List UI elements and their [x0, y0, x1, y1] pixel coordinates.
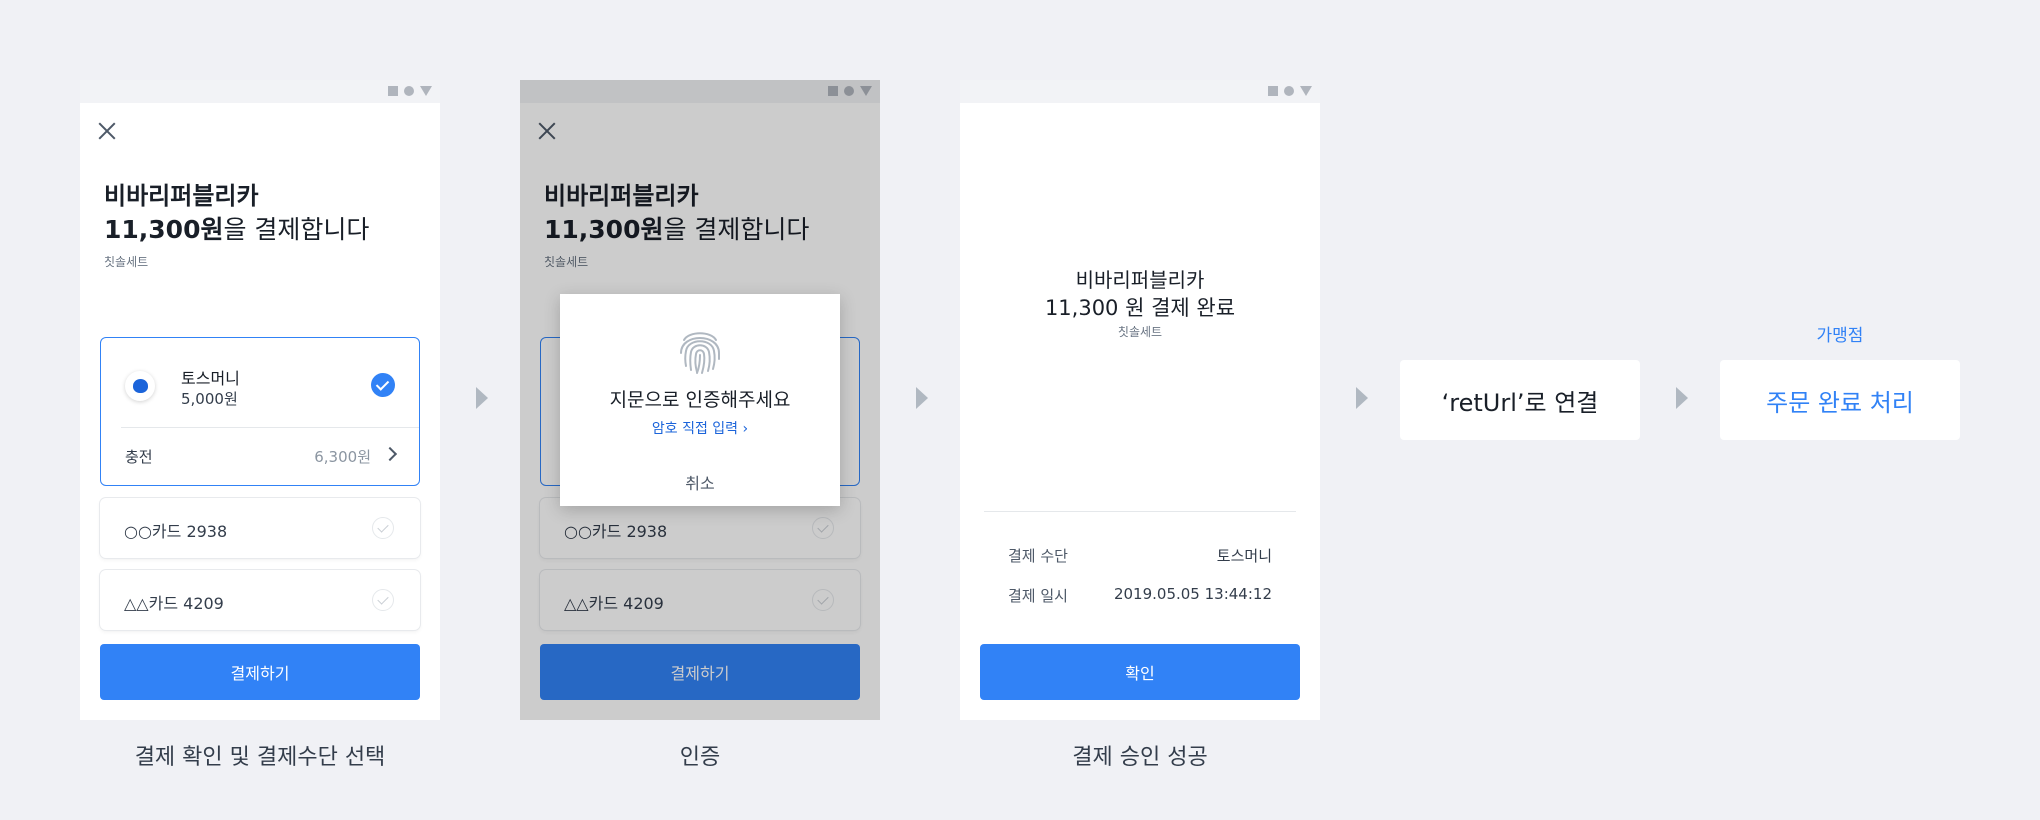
detail-value: 토스머니 — [1216, 547, 1272, 565]
checked-icon — [371, 373, 395, 397]
pay-button[interactable]: 결제하기 — [100, 644, 420, 700]
flow-arrow-icon — [916, 387, 928, 409]
step-caption: 결제 확인 및 결제수단 선택 — [134, 745, 386, 770]
close-icon[interactable] — [96, 120, 118, 142]
triangle-icon — [420, 86, 432, 96]
confirm-button[interactable]: 확인 — [980, 644, 1300, 700]
fingerprint-icon — [680, 332, 720, 374]
item-name: 칫솔세트 — [104, 255, 149, 269]
payment-result: 11,300 원 결제 완료 — [1044, 296, 1236, 320]
merchant-title: 비바리퍼블리카 — [104, 182, 259, 210]
item-name: 칫솔세트 — [1117, 325, 1163, 339]
unchecked-icon — [372, 517, 394, 539]
payment-amount-heading: 11,300원을 결제합니다 — [104, 210, 369, 246]
amount-suffix: 을 결제합니다 — [223, 215, 370, 244]
card-option[interactable]: △△카드 4209 — [100, 570, 420, 630]
toss-money-option[interactable]: 토스머니 5,000원 충전 6,300원 — [100, 337, 420, 486]
chevron-right-icon[interactable] — [382, 446, 398, 462]
card-label: △△카드 4209 — [124, 594, 224, 613]
card-label: ○○카드 2938 — [124, 522, 228, 541]
order-complete-box: 주문 완료 처리 — [1720, 360, 1960, 440]
fingerprint-dialog: 지문으로 인증해주세요 암호 직접 입력 › 취소 — [560, 294, 840, 506]
flow-arrow-icon — [1676, 387, 1688, 409]
card-option[interactable]: ○○카드 2938 — [100, 498, 420, 558]
circle-icon — [404, 86, 414, 96]
detail-value: 2019.05.05 13:44:12 — [1113, 585, 1272, 603]
merchant-name: 비바리퍼블리카 — [1075, 268, 1205, 292]
charge-label: 충전 — [125, 448, 153, 466]
merchant-label: 가맹점 — [1816, 326, 1864, 346]
detail-label: 결제 일시 — [1008, 587, 1068, 605]
triangle-icon — [1300, 86, 1312, 96]
toss-money-balance: 5,000원 — [181, 390, 238, 408]
toss-money-label: 토스머니 — [181, 369, 240, 388]
phone-screen-success: 비바리퍼블리카 11,300 원 결제 완료 칫솔세트 결제 수단 토스머니 결… — [960, 80, 1320, 720]
phone-screen-auth: 비바리퍼블리카 11,300원을 결제합니다 칫솔세트 ○○카드 2938 △△… — [520, 80, 880, 720]
step-caption: 인증 — [679, 745, 721, 770]
dialog-title: 지문으로 인증해주세요 — [609, 389, 791, 411]
divider — [984, 511, 1296, 512]
charge-amount: 6,300원 — [314, 448, 371, 466]
phone-screen-payment: 비바리퍼블리카 11,300원을 결제합니다 칫솔세트 토스머니 5,000원 … — [80, 80, 440, 720]
flow-arrow-icon — [476, 387, 488, 409]
circle-icon — [1284, 86, 1294, 96]
step-caption: 결제 승인 성공 — [1072, 745, 1208, 770]
password-entry-link[interactable]: 암호 직접 입력 › — [560, 418, 840, 438]
status-bar — [80, 80, 440, 103]
toss-logo-icon — [125, 371, 155, 401]
cancel-button[interactable]: 취소 — [560, 470, 840, 494]
divider — [121, 427, 419, 428]
square-icon — [388, 86, 398, 96]
detail-label: 결제 수단 — [1008, 547, 1068, 565]
amount: 11,300원 — [104, 215, 224, 244]
square-icon — [1268, 86, 1278, 96]
flow-arrow-icon — [1356, 387, 1368, 409]
status-bar — [960, 80, 1320, 103]
unchecked-icon — [372, 589, 394, 611]
ret-url-box: ‘retUrl’로 연결 — [1400, 360, 1640, 440]
